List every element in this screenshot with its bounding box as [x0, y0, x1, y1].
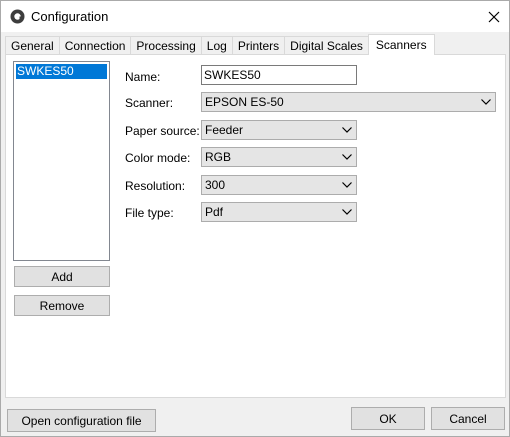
- tab-strip: General Connection Processing Log Printe…: [5, 34, 435, 55]
- file-type-select[interactable]: Pdf: [201, 202, 357, 222]
- tab-log[interactable]: Log: [200, 36, 233, 55]
- chevron-down-icon: [342, 209, 352, 215]
- paper-source-label: Paper source:: [125, 124, 200, 138]
- file-type-value: Pdf: [205, 205, 224, 219]
- resolution-select[interactable]: 300: [201, 175, 357, 195]
- chevron-down-icon: [342, 154, 352, 160]
- scanners-panel: SWKES50 Add Remove Name: SWKES50 Scanner…: [5, 54, 506, 398]
- tab-connection[interactable]: Connection: [58, 36, 132, 55]
- close-icon: [488, 11, 500, 22]
- tab-scanners[interactable]: Scanners: [367, 34, 435, 55]
- configuration-window: Configuration General Connection Process…: [0, 0, 510, 437]
- title-bar: Configuration: [1, 1, 509, 32]
- resolution-label: Resolution:: [125, 179, 186, 193]
- color-mode-select[interactable]: RGB: [201, 147, 357, 167]
- resolution-value: 300: [205, 178, 226, 192]
- open-configuration-file-button[interactable]: Open configuration file: [7, 409, 156, 432]
- cancel-button[interactable]: Cancel: [431, 407, 505, 430]
- chevron-down-icon: [342, 182, 352, 188]
- tab-digital-scales[interactable]: Digital Scales: [284, 36, 369, 55]
- scanner-listbox[interactable]: SWKES50: [13, 61, 110, 261]
- color-mode-label: Color mode:: [125, 151, 191, 165]
- remove-button[interactable]: Remove: [14, 295, 110, 316]
- tab-processing[interactable]: Processing: [130, 36, 202, 55]
- scanner-value: EPSON ES-50: [205, 95, 284, 109]
- paper-source-value: Feeder: [205, 123, 244, 137]
- ok-button[interactable]: OK: [351, 407, 425, 430]
- add-button[interactable]: Add: [14, 266, 110, 287]
- window-title: Configuration: [31, 9, 109, 24]
- chevron-down-icon: [481, 99, 491, 105]
- name-label: Name:: [125, 70, 161, 84]
- name-value: SWKES50: [204, 68, 261, 82]
- scanner-label: Scanner:: [125, 96, 174, 110]
- chevron-down-icon: [342, 127, 352, 133]
- name-field[interactable]: SWKES50: [201, 65, 357, 85]
- close-button[interactable]: [479, 1, 509, 32]
- list-item[interactable]: SWKES50: [16, 64, 107, 79]
- scanner-select[interactable]: EPSON ES-50: [201, 92, 496, 112]
- file-type-label: File type:: [125, 206, 174, 220]
- app-logo-icon: [10, 9, 25, 24]
- tab-printers[interactable]: Printers: [231, 36, 286, 55]
- color-mode-value: RGB: [205, 150, 232, 164]
- paper-source-select[interactable]: Feeder: [201, 120, 357, 140]
- tab-general[interactable]: General: [5, 36, 60, 55]
